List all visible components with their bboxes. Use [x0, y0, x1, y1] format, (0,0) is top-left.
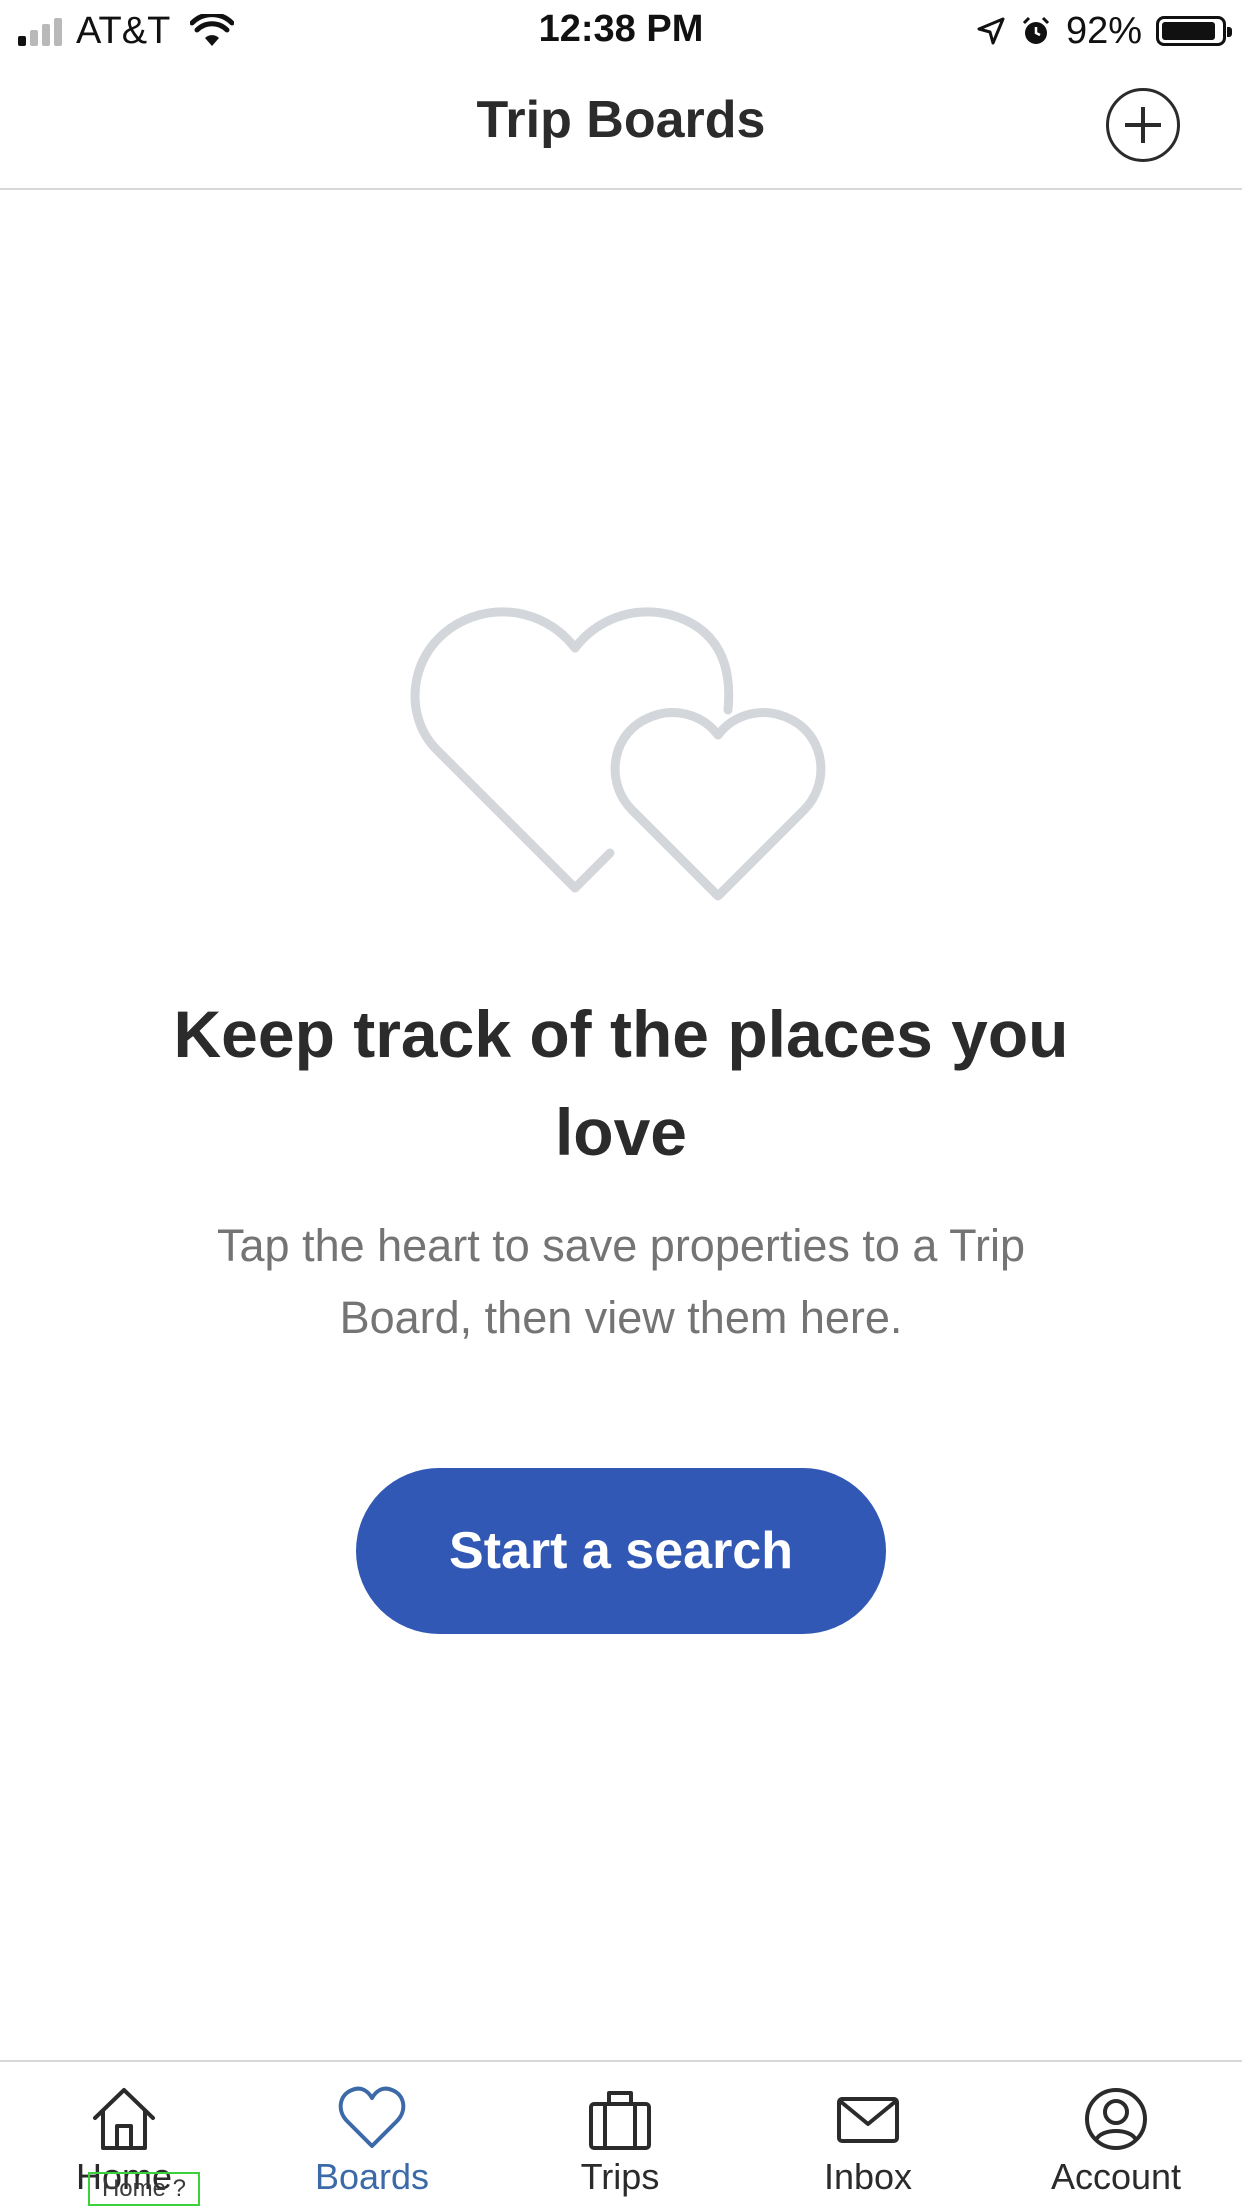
tab-boards[interactable]: Boards: [248, 2062, 496, 2208]
alarm-icon: [1022, 16, 1049, 44]
two-hearts-icon: [410, 607, 826, 901]
tab-label-account: Account: [1050, 2156, 1182, 2197]
status-right: 92%: [976, 9, 1232, 52]
suitcase-icon: [589, 2091, 651, 2150]
start-search-button[interactable]: Start a search: [356, 1468, 886, 1634]
plus-circle-icon[interactable]: [1106, 88, 1180, 162]
account-icon: [1085, 2088, 1147, 2150]
envelope-icon: [837, 2097, 899, 2143]
heart-icon: [338, 2086, 406, 2148]
empty-state-subtitle: Tap the heart to save properties to a Tr…: [217, 1220, 1025, 1343]
tab-trips[interactable]: Trips: [496, 2062, 744, 2208]
page-title: Trip Boards: [476, 91, 766, 149]
home-icon: [93, 2088, 155, 2150]
location-arrow-icon: [977, 17, 1005, 45]
tab-label-inbox: Inbox: [823, 2156, 913, 2197]
hint-text: Home ?: [101, 2175, 187, 2202]
hint-box: Home ?: [88, 2172, 200, 2206]
tab-account[interactable]: Account: [992, 2062, 1240, 2208]
status-bar: AT&T 12:38 PM 92%: [0, 0, 1242, 62]
tab-label-trips: Trips: [580, 2156, 660, 2197]
tab-label-boards: Boards: [314, 2156, 430, 2197]
empty-state-title: Keep track of the places you love: [173, 997, 1069, 1169]
battery-icon: [1156, 16, 1232, 46]
tab-inbox[interactable]: Inbox: [744, 2062, 992, 2208]
nav-bar: Trip Boards: [0, 62, 1242, 190]
battery-percent: 92%: [1065, 9, 1142, 52]
